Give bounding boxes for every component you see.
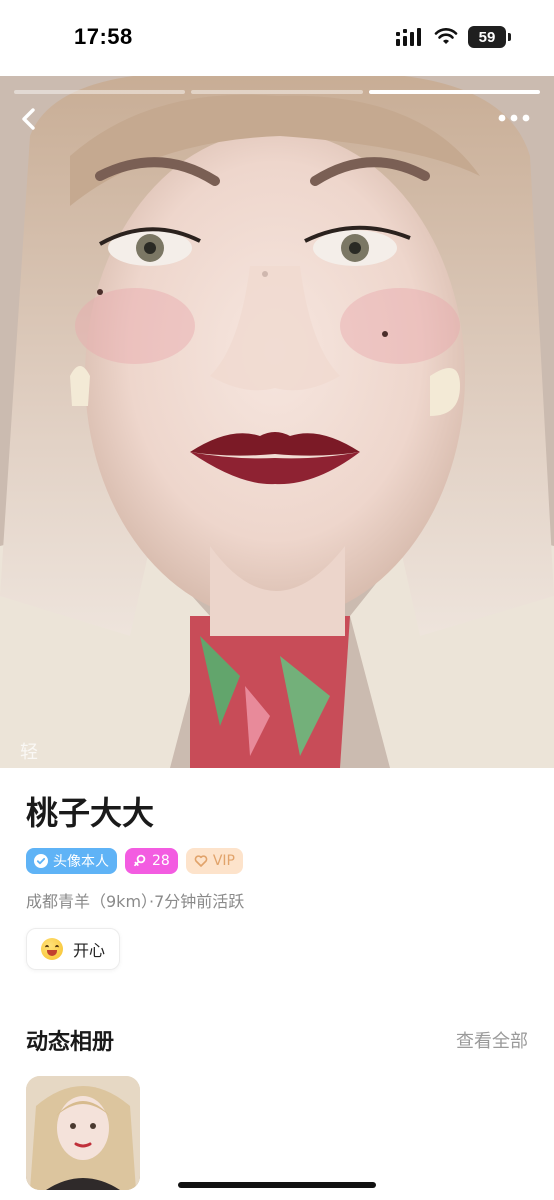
back-button[interactable] — [14, 104, 44, 134]
album-title: 动态相册 — [26, 1030, 115, 1055]
age-label: 28 — [152, 853, 170, 869]
photo-watermark: 轻 — [20, 742, 38, 763]
female-icon — [134, 854, 146, 867]
portrait-image — [0, 76, 554, 768]
wifi-icon — [434, 28, 458, 44]
mood-chip[interactable]: 开心 — [26, 928, 121, 970]
vip-label: VIP — [212, 853, 235, 869]
profile-info: 桃子大大 头像本人 28 VIP 成都青羊（9km）·7分钟前活跃 开心 — [26, 790, 528, 970]
more-dots-icon — [498, 114, 530, 122]
battery-icon: 59 — [468, 26, 511, 48]
progress-segment — [191, 90, 363, 94]
check-circle-icon — [34, 854, 48, 868]
mood-label: 开心 — [73, 941, 106, 960]
album-thumbnail[interactable] — [26, 1076, 140, 1190]
more-button[interactable] — [496, 106, 532, 130]
vip-badge: VIP — [185, 848, 243, 874]
age-badge: 28 — [125, 848, 178, 874]
view-all-link[interactable]: 查看全部 — [456, 1027, 528, 1053]
status-bar: 17:58 59 — [0, 0, 554, 76]
laughing-emoji-icon — [41, 938, 63, 960]
signal-icon — [396, 28, 421, 46]
home-indicator[interactable] — [178, 1182, 376, 1188]
status-icons: 59 — [396, 26, 511, 48]
status-time: 17:58 — [74, 24, 133, 49]
heart-icon — [194, 855, 208, 867]
photo-progress — [14, 90, 540, 94]
album-photo-image — [26, 1076, 140, 1190]
album-header: 动态相册 查看全部 — [26, 1024, 528, 1056]
progress-segment — [14, 90, 186, 94]
chevron-left-icon — [22, 108, 35, 130]
location-activity: 成都青羊（9km）·7分钟前活跃 — [26, 892, 245, 911]
battery-level: 59 — [478, 28, 496, 46]
verified-label: 头像本人 — [53, 854, 109, 870]
profile-tags: 头像本人 28 VIP — [26, 848, 528, 874]
profile-photo[interactable]: 轻 — [0, 76, 554, 768]
verified-badge: 头像本人 — [26, 848, 117, 874]
progress-segment-active — [368, 90, 540, 94]
profile-name: 桃子大大 — [26, 794, 155, 832]
